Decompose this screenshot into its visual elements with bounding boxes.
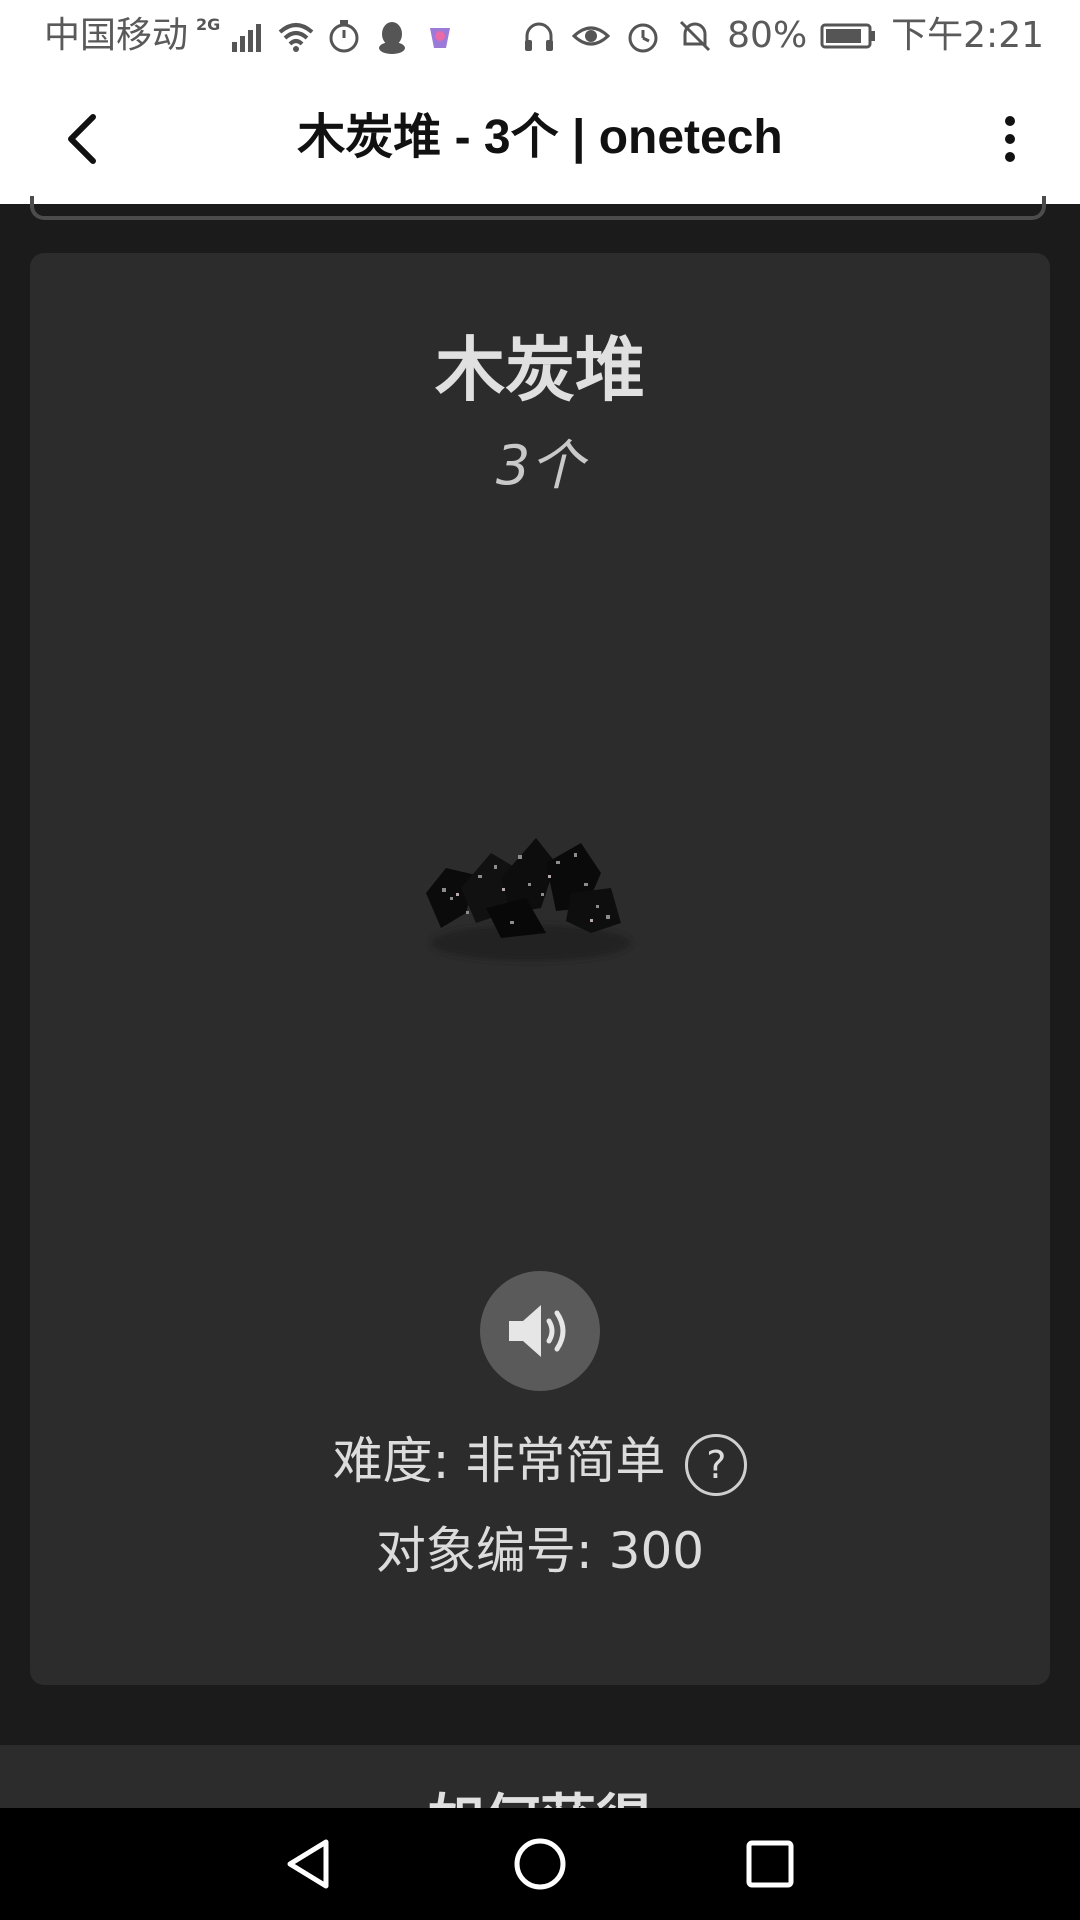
wifi-icon	[276, 16, 316, 56]
battery-icon	[819, 16, 879, 56]
back-button[interactable]	[46, 104, 116, 174]
object-id-label: 对象编号: 300	[375, 1522, 705, 1580]
object-count: 3个	[495, 434, 585, 497]
status-bar-right: 80% 下午2:21	[519, 14, 1044, 58]
eye-icon	[571, 16, 611, 56]
object-name: 木炭堆	[435, 329, 645, 411]
status-bar-left: 中国移动 2G	[44, 14, 460, 58]
app-notification-icon	[420, 16, 460, 56]
nav-recents-square-icon	[746, 1840, 794, 1888]
charcoal-pile-image	[406, 793, 656, 973]
clock-label: 下午2:21	[891, 15, 1044, 56]
qq-penguin-icon	[372, 16, 412, 56]
mute-bell-icon	[675, 16, 715, 56]
stopwatch-icon	[324, 16, 364, 56]
more-menu-button[interactable]	[980, 104, 1040, 174]
alarm-icon	[623, 16, 663, 56]
system-navigation-bar	[0, 1808, 1080, 1920]
back-arrow-icon	[68, 114, 96, 164]
difficulty-row: 难度: 非常简单?	[30, 1429, 1050, 1496]
battery-percent-label: 80%	[727, 15, 808, 56]
speaker-icon	[509, 1305, 566, 1357]
difficulty-help-button[interactable]: ?	[685, 1433, 748, 1496]
carrier-label: 中国移动	[44, 15, 189, 56]
object-card: 木炭堆 3个 难度: 非常简单 ? 对象编号: 300	[30, 253, 1050, 1685]
nav-home-circle-icon	[514, 1838, 566, 1890]
nav-back-triangle-icon	[287, 1839, 329, 1889]
signal-icon	[228, 16, 268, 56]
nav-back-button[interactable]	[278, 1834, 338, 1894]
nav-recents-button[interactable]	[740, 1834, 800, 1894]
network-type-label: 2G	[196, 14, 221, 34]
more-vert-icon	[1005, 116, 1015, 162]
page-title: 木炭堆 - 3个 | onetech	[297, 111, 783, 164]
previous-card-edge	[30, 196, 1046, 220]
play-sound-button[interactable]	[480, 1271, 600, 1391]
headphones-icon	[519, 16, 559, 56]
nav-home-button[interactable]	[510, 1834, 570, 1894]
difficulty-label: 难度: 非常简单	[332, 1432, 666, 1490]
status-bar: 中国移动 2G 80% 下午2:21	[0, 0, 1080, 74]
app-bar: 木炭堆 - 3个 | onetech	[0, 74, 1080, 204]
